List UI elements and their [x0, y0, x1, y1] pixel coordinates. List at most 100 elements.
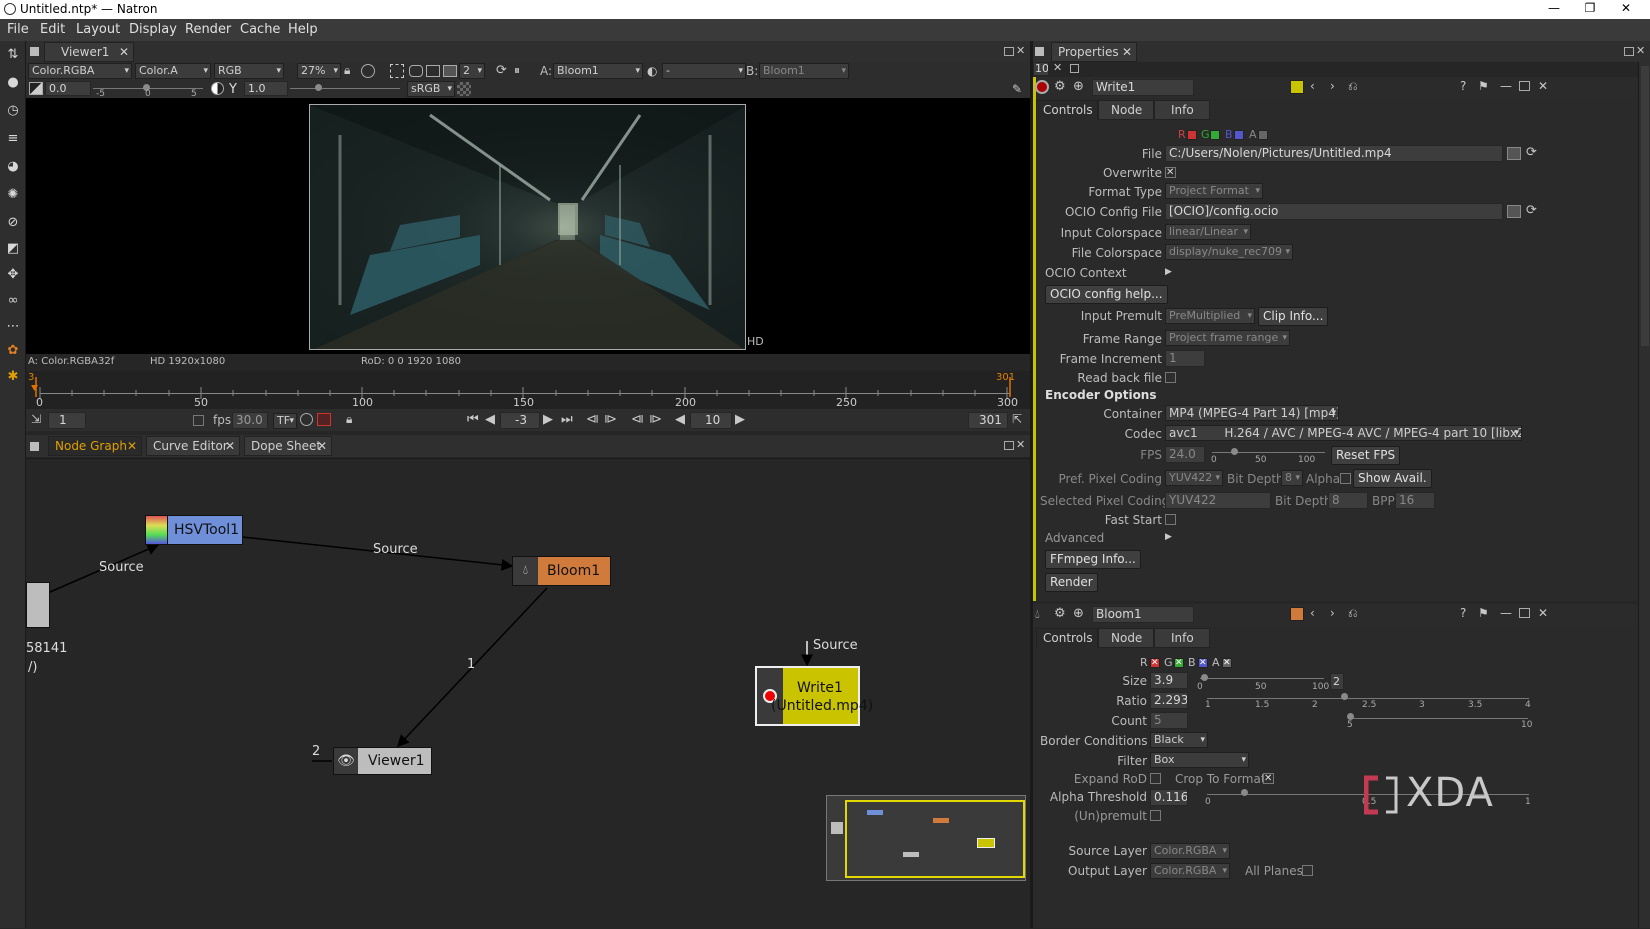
node-write1[interactable]: Write1 (Untitled.mp4): [755, 666, 873, 726]
checkerboard-icon[interactable]: [457, 82, 471, 96]
count-slider[interactable]: [1350, 718, 1528, 719]
other-tools-icon[interactable]: ⋯: [5, 319, 21, 335]
show-avail-button[interactable]: Show Avail.: [1353, 469, 1432, 488]
output-layer-select[interactable]: Color.RGBA: [1150, 863, 1230, 879]
frame-increment-field[interactable]: 10: [690, 412, 732, 429]
float-panel-icon[interactable]: [1519, 608, 1530, 618]
hide-params-icon[interactable]: ⚑: [1478, 79, 1489, 93]
overwrite-checkbox[interactable]: ✕: [1165, 167, 1176, 178]
bloom-icon[interactable]: 💧︎: [1035, 607, 1040, 622]
center-icon[interactable]: [361, 64, 375, 78]
help-icon[interactable]: ?: [1460, 606, 1466, 620]
alpha-checkbox[interactable]: [1340, 473, 1351, 484]
float-pane-icon[interactable]: [1004, 441, 1014, 450]
minimize-panel-icon[interactable]: —: [1500, 79, 1512, 93]
minimize-panel-icon[interactable]: —: [1500, 606, 1512, 620]
expand-arrow-icon[interactable]: ▶: [1165, 532, 1172, 542]
last-frame-icon[interactable]: ⏭︎: [561, 412, 573, 427]
restore-defaults-icon[interactable]: ⎌: [1348, 79, 1358, 94]
channel-r-toggle[interactable]: ✕: [1150, 658, 1160, 668]
pane-menu-icon[interactable]: [30, 47, 39, 56]
minimize-button[interactable]: —: [1538, 0, 1570, 19]
settings-gear-icon[interactable]: ⚙: [1054, 606, 1066, 621]
file-colorspace-select[interactable]: display/nuke_rec709: [1165, 244, 1293, 260]
paint-tools-icon[interactable]: ●: [5, 75, 21, 91]
fast-start-checkbox[interactable]: [1165, 514, 1176, 525]
pin-icon[interactable]: ✎: [1012, 82, 1022, 96]
hide-params-icon[interactable]: ⚑: [1478, 606, 1489, 620]
help-icon[interactable]: ?: [1460, 79, 1466, 93]
channels-select[interactable]: RGB: [214, 63, 284, 79]
graph-navigator[interactable]: [826, 795, 1026, 881]
turbo-select[interactable]: TF: [273, 413, 297, 429]
plugins-tools-icon[interactable]: ✱: [5, 369, 21, 385]
close-panel-icon[interactable]: ✕: [1538, 79, 1548, 93]
alpha-threshold-slider-handle[interactable]: [1241, 789, 1248, 796]
tab-controls[interactable]: Controls: [1036, 100, 1098, 120]
channel-g-toggle[interactable]: [1210, 130, 1220, 140]
next-keyframe-icon[interactable]: ⧐: [604, 412, 617, 427]
gmic-tools-icon[interactable]: ✿: [5, 343, 21, 359]
node-viewer1[interactable]: 👁︎ Viewer1: [333, 747, 432, 775]
center-node-icon[interactable]: ⊕: [1073, 606, 1084, 621]
float-pane-icon[interactable]: [1624, 47, 1634, 56]
prev-increment-icon[interactable]: ⧏: [631, 412, 644, 427]
menu-edit[interactable]: Edit: [40, 22, 65, 37]
all-planes-checkbox[interactable]: [1302, 865, 1313, 876]
alpha-threshold-input[interactable]: 0.116: [1150, 789, 1188, 806]
channel-r-toggle[interactable]: [1187, 130, 1197, 140]
unpremult-checkbox[interactable]: [1150, 810, 1161, 821]
zoom-select[interactable]: 27%: [297, 63, 341, 79]
restore-defaults-icon[interactable]: ⎌: [1348, 606, 1358, 621]
expand-rod-checkbox[interactable]: [1150, 773, 1161, 784]
node-color-swatch[interactable]: [1290, 80, 1304, 94]
clip-info-button[interactable]: Clip Info...: [1258, 307, 1329, 326]
bit-depth-select[interactable]: 8: [1281, 470, 1303, 486]
channel-b-toggle[interactable]: [1234, 130, 1244, 140]
alpha-select[interactable]: Color.A: [135, 63, 211, 79]
close-pane-icon[interactable]: ✕: [1636, 44, 1645, 57]
border-conditions-select[interactable]: Black: [1150, 732, 1208, 748]
composite-op-icon[interactable]: ◐: [647, 64, 657, 78]
step-back-icon[interactable]: ◀: [675, 412, 685, 427]
crop-to-format-checkbox[interactable]: ✕: [1263, 773, 1274, 784]
next-increment-icon[interactable]: ⧐: [649, 412, 662, 427]
layer-select[interactable]: Color.RGBA: [28, 63, 132, 79]
auto-contrast-icon[interactable]: [211, 82, 224, 95]
pause-icon[interactable]: ⏸︎: [514, 63, 520, 78]
menu-file[interactable]: File: [7, 22, 29, 37]
gain-icon[interactable]: [29, 82, 43, 95]
file-path-field[interactable]: C:/Users/Nolen/Pictures/Untitled.mp4: [1165, 145, 1503, 162]
tab-viewer1[interactable]: Viewer1 ✕: [44, 42, 134, 62]
proxy-icon[interactable]: [409, 65, 423, 77]
transform-tools-icon[interactable]: ✥: [5, 267, 21, 283]
frame-range-select[interactable]: Project frame range: [1165, 330, 1290, 346]
lock-icon[interactable]: 🔒︎: [344, 63, 350, 78]
reload-icon[interactable]: ⟳: [1526, 203, 1537, 218]
filter-tools-icon[interactable]: ✺: [5, 187, 21, 203]
close-pane-icon[interactable]: ✕: [1016, 438, 1025, 451]
step-back-field[interactable]: -3: [500, 412, 540, 429]
input-b-select[interactable]: Bloom1: [759, 63, 849, 79]
color-tools-icon[interactable]: ◕: [5, 159, 21, 175]
close-icon[interactable]: ✕: [1122, 43, 1132, 61]
pane-menu-icon[interactable]: [1035, 47, 1044, 56]
first-frame-icon[interactable]: ⏮︎: [467, 412, 479, 427]
timeline-start-marker[interactable]: 3: [28, 372, 34, 383]
clear-panels-icon[interactable]: ✕: [1053, 61, 1062, 74]
channel-tools-icon[interactable]: ≡: [5, 131, 21, 147]
partial-node[interactable]: [26, 582, 50, 628]
stop-render-icon[interactable]: [317, 413, 331, 426]
close-icon[interactable]: ✕: [225, 437, 235, 455]
size-slider[interactable]: [1200, 678, 1324, 679]
multiview-tools-icon[interactable]: ∞: [5, 293, 21, 309]
close-icon[interactable]: ✕: [317, 437, 327, 455]
end-frame-field[interactable]: 301: [968, 412, 1008, 429]
ratio-slider[interactable]: [1207, 698, 1529, 699]
source-layer-select[interactable]: Color.RGBA: [1150, 843, 1230, 859]
read-back-checkbox[interactable]: [1165, 372, 1176, 383]
timeline[interactable]: 3 301 0 50 100 150 200 250 300: [26, 371, 1030, 409]
gamma-slider[interactable]: [290, 88, 400, 89]
close-pane-icon[interactable]: ✕: [1016, 44, 1025, 57]
fps-input[interactable]: 24.0: [1165, 446, 1205, 463]
